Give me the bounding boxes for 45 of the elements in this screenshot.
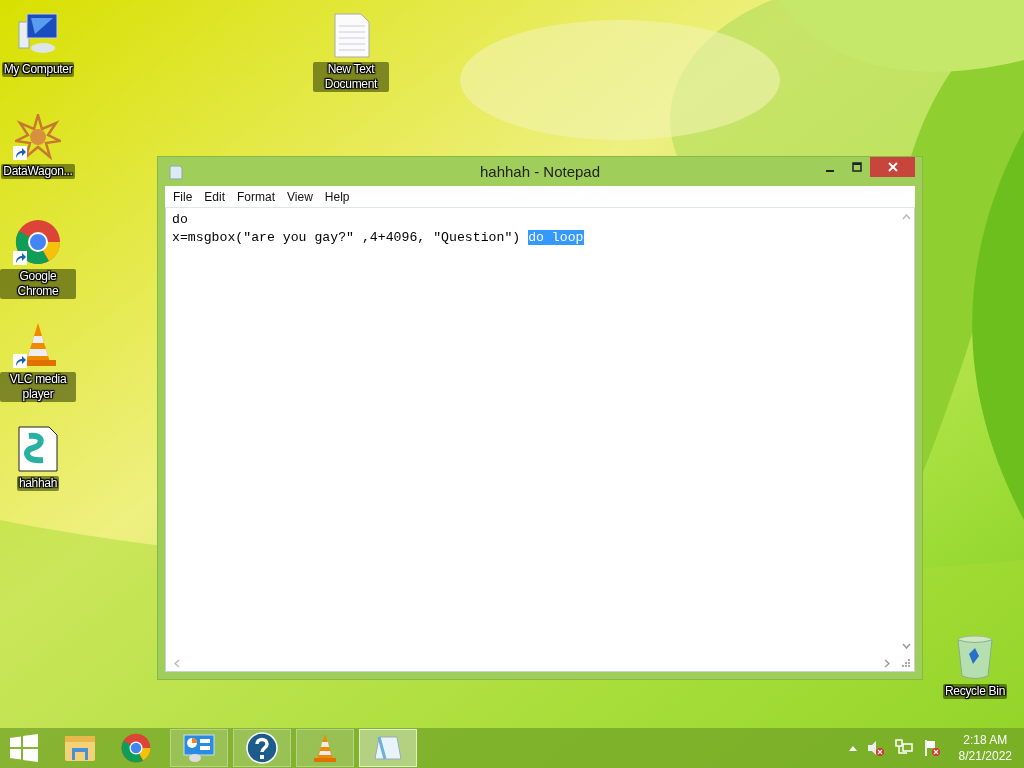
notepad-icon	[169, 163, 183, 180]
icon-label[interactable]: My Computer	[1, 62, 75, 77]
icon-label[interactable]: hahhah	[16, 476, 60, 491]
icon-label[interactable]: Recycle Bin	[942, 684, 1008, 699]
clock-date[interactable]: 8/21/2022	[958, 748, 1012, 764]
minimize-icon	[825, 170, 834, 172]
maximize-icon	[851, 162, 862, 172]
notepad-icon	[373, 733, 403, 763]
clock-time[interactable]: 2:18 AM	[963, 732, 1008, 748]
icon-label[interactable]: New Text Document	[313, 62, 389, 92]
close-icon	[887, 162, 898, 172]
star-emblem-icon[interactable]	[15, 114, 61, 160]
menu-item[interactable]: Help	[318, 189, 356, 204]
scroll-right-icon	[884, 658, 890, 668]
network-icon[interactable]	[894, 739, 913, 757]
traffic-cone-icon	[312, 733, 338, 763]
taskbar-button[interactable]	[233, 729, 291, 767]
scroll-up-icon	[901, 214, 911, 220]
taskbar-button[interactable]	[170, 729, 228, 767]
menu-item[interactable]: Edit	[198, 189, 232, 204]
browser-icon[interactable]	[15, 219, 61, 265]
scroll-down-icon	[901, 643, 911, 649]
speaker-muted-icon[interactable]	[866, 739, 885, 757]
text-line: x=msgbox("are you gay?" ,4+4096, "Question")	[172, 230, 522, 245]
icon-label[interactable]: DataWagon...	[1, 164, 75, 179]
folder-icon	[64, 734, 96, 762]
window-title: hahhah - Notepad	[479, 163, 601, 180]
trash-bin-icon[interactable]	[955, 634, 995, 680]
close-button[interactable]	[870, 157, 915, 177]
caret-up-icon[interactable]	[848, 745, 857, 751]
resize-grip-icon[interactable]	[901, 658, 911, 668]
browser-icon	[121, 733, 151, 763]
windows-logo-icon	[9, 733, 39, 763]
icon-label[interactable]: Google Chrome	[0, 269, 76, 299]
help-icon	[246, 732, 278, 764]
flag-icon[interactable]	[922, 739, 941, 757]
menu-item[interactable]: Format	[231, 189, 282, 204]
selected-text: do loop	[528, 230, 584, 245]
menu-item[interactable]: View	[281, 189, 319, 204]
control-panel-icon	[183, 733, 215, 763]
menu-item[interactable]: File	[167, 189, 199, 204]
scroll-left-icon	[174, 658, 180, 668]
text-line: do	[172, 212, 188, 227]
script-file-icon[interactable]	[15, 426, 61, 472]
icon-label[interactable]: VLC media player	[0, 372, 76, 402]
